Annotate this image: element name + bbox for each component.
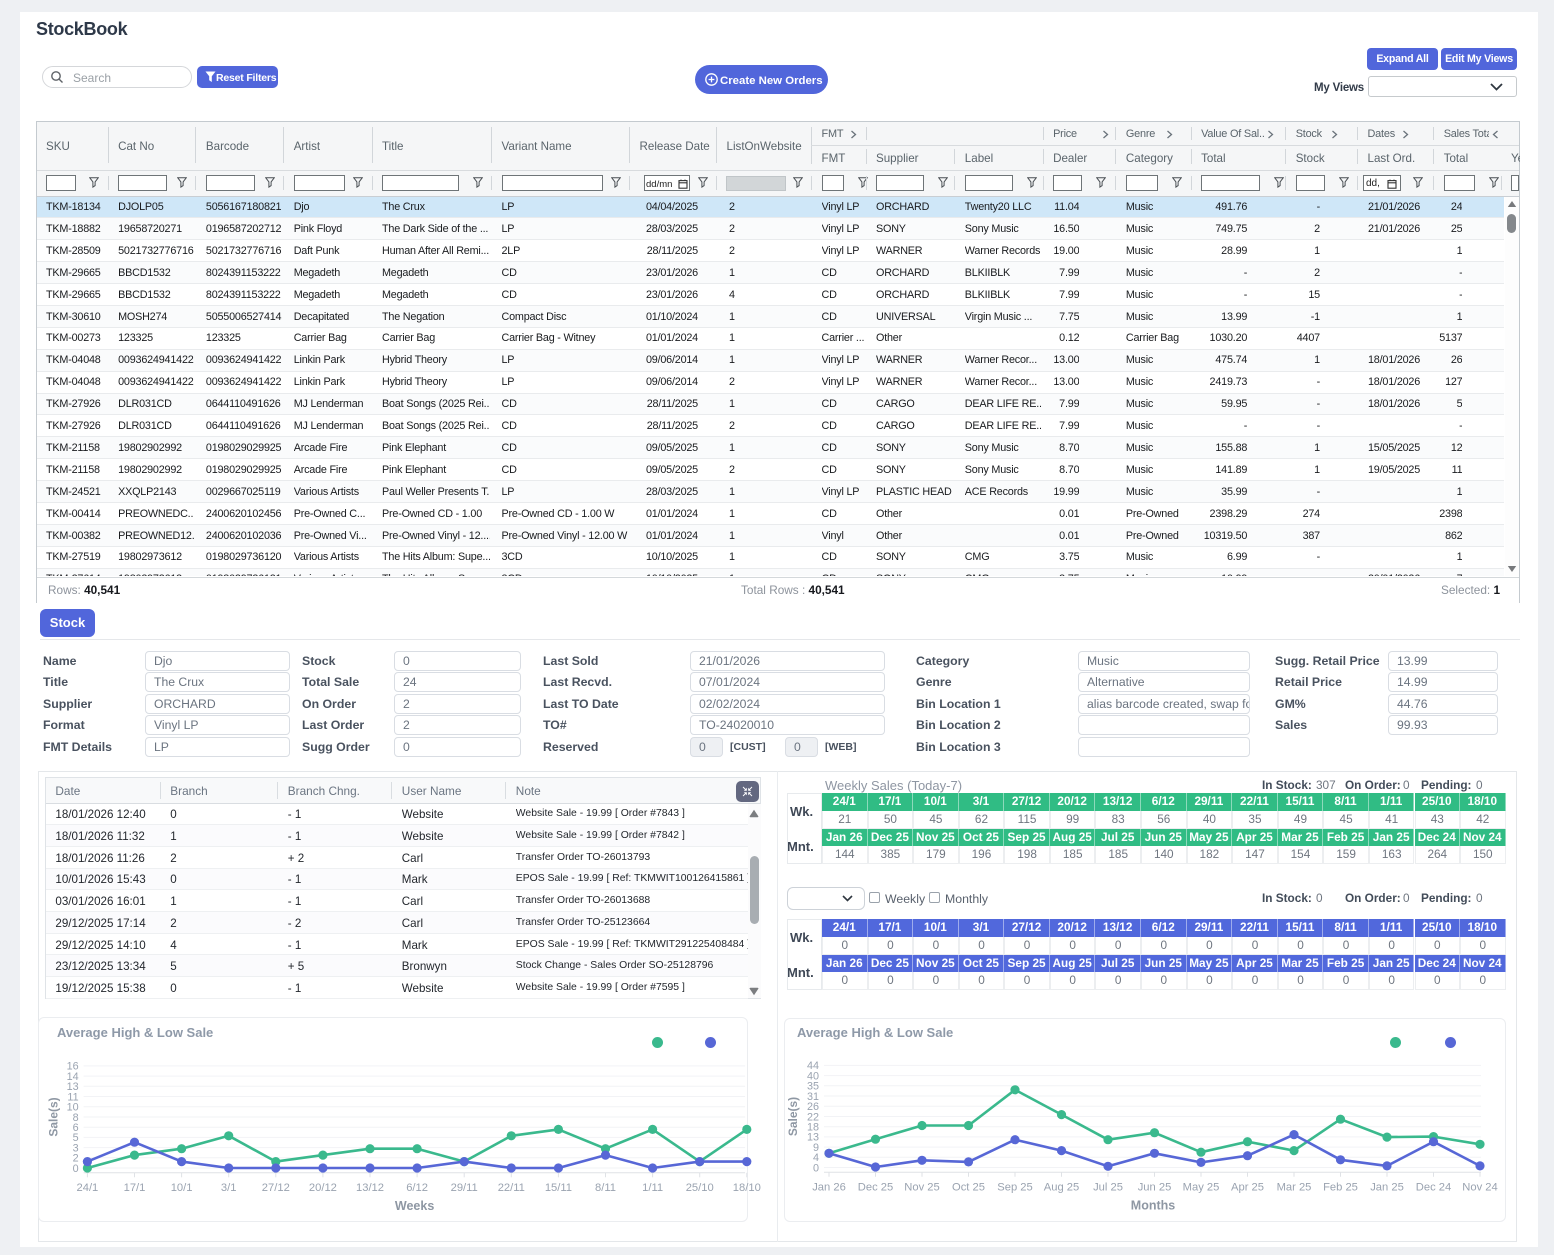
svg-text:Aug 25: Aug 25 <box>1044 1182 1079 1194</box>
svg-text:3/1: 3/1 <box>221 1182 237 1194</box>
svg-text:Dec 25: Dec 25 <box>858 1182 893 1194</box>
svg-text:27/12: 27/12 <box>262 1182 290 1194</box>
svg-text:Apr 25: Apr 25 <box>1231 1182 1264 1194</box>
svg-text:Months: Months <box>1131 1199 1175 1213</box>
svg-text:0: 0 <box>813 1162 819 1174</box>
svg-text:Nov 25: Nov 25 <box>904 1182 939 1194</box>
svg-text:10/1: 10/1 <box>171 1182 193 1194</box>
svg-text:Feb 25: Feb 25 <box>1323 1182 1358 1194</box>
svg-text:24/1: 24/1 <box>77 1182 99 1194</box>
svg-text:17/1: 17/1 <box>124 1182 146 1194</box>
svg-text:Jul 25: Jul 25 <box>1093 1182 1123 1194</box>
svg-text:Sep 25: Sep 25 <box>997 1182 1032 1194</box>
svg-text:20/12: 20/12 <box>309 1182 337 1194</box>
svg-text:Jan 26: Jan 26 <box>812 1182 846 1194</box>
svg-text:8/11: 8/11 <box>595 1182 616 1194</box>
svg-text:May 25: May 25 <box>1183 1182 1220 1194</box>
svg-text:Weeks: Weeks <box>395 1199 434 1213</box>
svg-text:1/11: 1/11 <box>643 1182 664 1194</box>
svg-text:Sale(s): Sale(s) <box>47 1097 61 1136</box>
svg-text:13/12: 13/12 <box>356 1182 384 1194</box>
svg-text:Jun 25: Jun 25 <box>1138 1182 1172 1194</box>
svg-text:25/10: 25/10 <box>686 1182 714 1194</box>
svg-text:15/11: 15/11 <box>545 1182 572 1194</box>
svg-text:Oct 25: Oct 25 <box>952 1182 985 1194</box>
svg-text:Dec 24: Dec 24 <box>1416 1182 1451 1194</box>
svg-text:22/11: 22/11 <box>498 1182 525 1194</box>
svg-text:29/11: 29/11 <box>451 1182 478 1194</box>
svg-text:6/12: 6/12 <box>407 1182 429 1194</box>
svg-text:0: 0 <box>73 1162 79 1174</box>
svg-text:Nov 24: Nov 24 <box>1462 1182 1497 1194</box>
svg-text:Jan 25: Jan 25 <box>1370 1182 1404 1194</box>
svg-text:18/10: 18/10 <box>733 1182 761 1194</box>
svg-text:Sale(s): Sale(s) <box>786 1097 800 1136</box>
svg-text:Mar 25: Mar 25 <box>1277 1182 1312 1194</box>
